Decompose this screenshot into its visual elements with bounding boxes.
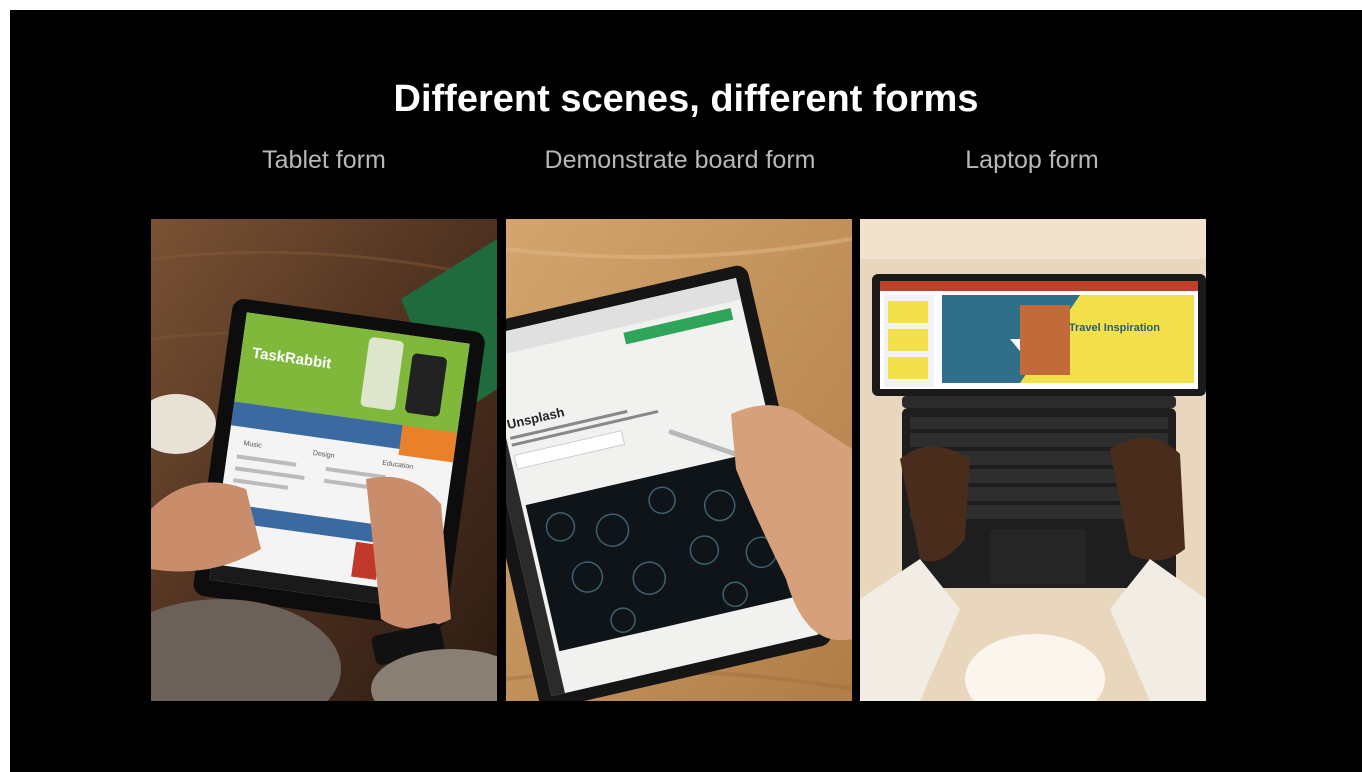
laptop-photo: Travel Inspiration xyxy=(860,219,1206,701)
keyboard-hinge xyxy=(902,396,1176,408)
slide: Different scenes, different forms Tablet… xyxy=(10,10,1362,772)
tablet-form-label: Tablet form xyxy=(262,146,386,174)
slide-title: Different scenes, different forms xyxy=(393,78,979,120)
laptop-form-label: Laptop form xyxy=(965,146,1099,174)
touchpad xyxy=(990,529,1086,584)
board-form-label: Demonstrate board form xyxy=(544,146,816,174)
board-photo: Unsplash xyxy=(506,219,852,701)
tablet-photo: TaskRabbit Music Design Education xyxy=(151,219,497,701)
laptop-slide-title: Travel Inspiration xyxy=(1069,322,1160,334)
